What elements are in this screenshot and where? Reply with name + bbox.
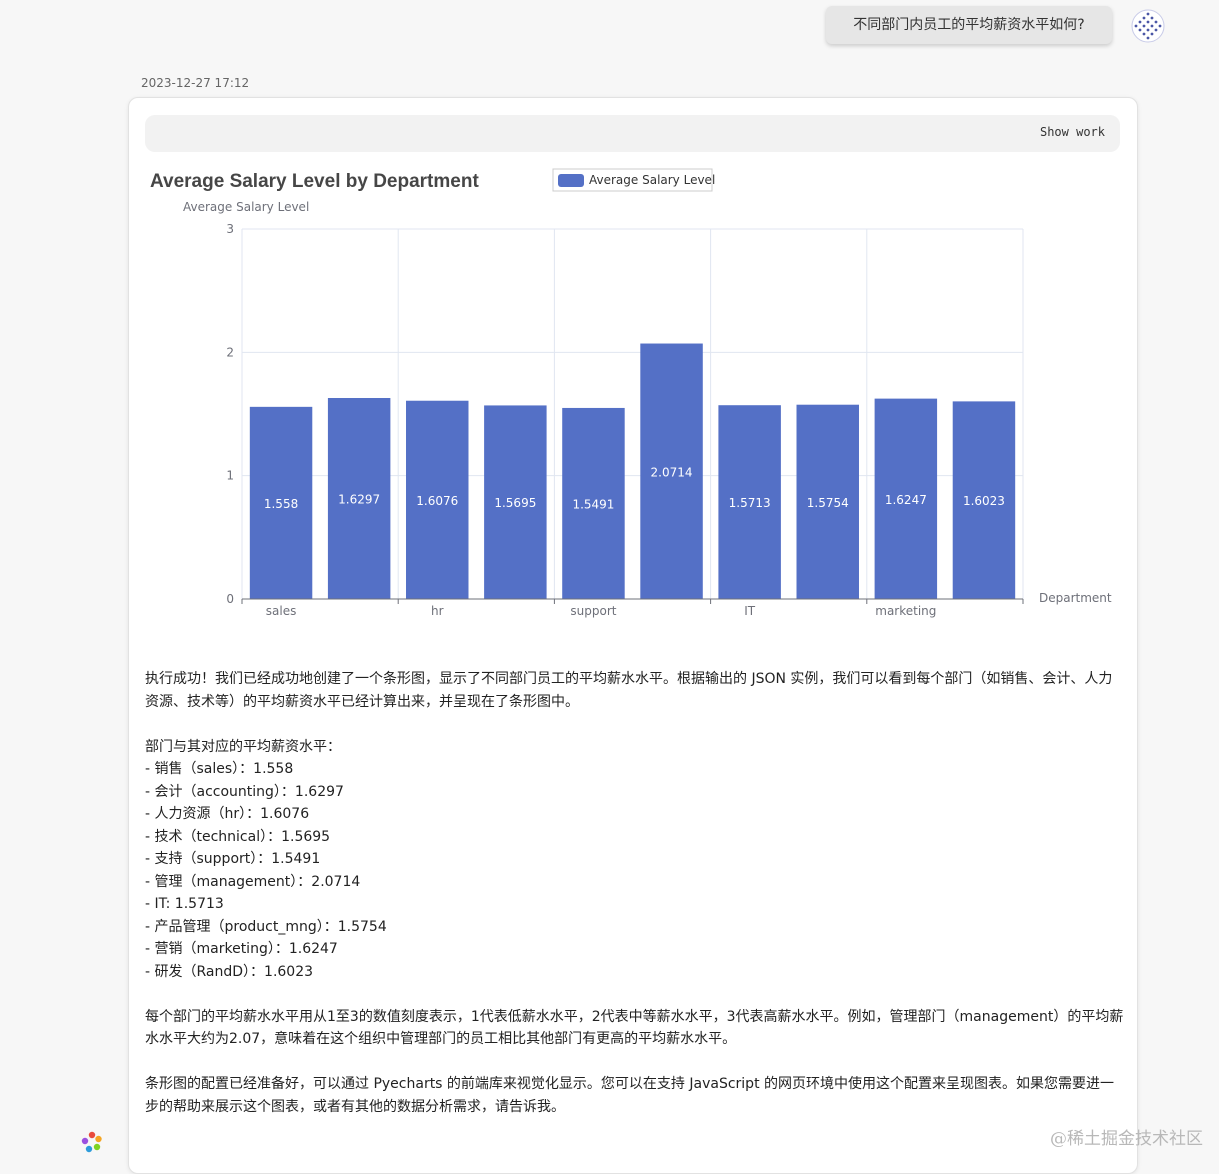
- answer-list-item: - IT: 1.5713: [145, 896, 224, 912]
- answer-list-item: - 产品管理（product_mng）：1.5754: [145, 918, 387, 935]
- answer-list-item: - 研发（RandD）：1.6023: [145, 963, 314, 980]
- answer-list-item: - 技术（technical）：1.5695: [145, 828, 331, 845]
- bar-value-label: 1.6023: [963, 494, 1005, 508]
- answer-list-item: - 营销（marketing）：1.6247: [145, 941, 338, 957]
- bar-value-label: 1.6076: [416, 494, 458, 508]
- chart-bars: 1.558 1.6297 1.6076 1.5695 1.5491 2.0714 1.571…: [249, 343, 1016, 599]
- answer-list-item: - 支持（support）：1.5491: [145, 851, 321, 867]
- assistant-answer-text: 执行成功！我们已经成功地创建了一个条形图，显示了不同部门员工的平均薪水水平。根据…: [145, 668, 1125, 1118]
- legend-label: Average Salary Level: [589, 173, 715, 187]
- user-avatar[interactable]: [1131, 9, 1165, 43]
- x-tick-label: IT: [744, 604, 756, 618]
- bar-chart-svg: Average Salary Level by Department Avera…: [150, 168, 1112, 618]
- chart-title: Average Salary Level by Department: [150, 171, 479, 192]
- legend-swatch: [558, 174, 584, 187]
- chart-legend[interactable]: Average Salary Level: [552, 168, 715, 192]
- x-axis-title: Department: [1039, 591, 1112, 605]
- bar-value-label: 2.0714: [651, 465, 693, 479]
- x-tick-label: support: [570, 604, 616, 618]
- answer-list-item: - 人力资源（hr）：1.6076: [145, 806, 310, 822]
- answer-paragraph-1: 执行成功！我们已经成功地创建了一个条形图，显示了不同部门员工的平均薪水水平。根据…: [145, 671, 1113, 710]
- answer-list-item: - 会计（accounting）：1.6297: [145, 783, 344, 800]
- show-work-label: Show work: [1039, 125, 1105, 139]
- bar-value-label: 1.5695: [494, 496, 536, 510]
- bar-value-label: 1.558: [264, 497, 298, 511]
- watermark-text: @稀土掘金技术社区: [1050, 1129, 1203, 1149]
- bar-value-label: 1.5713: [729, 496, 771, 510]
- bar-value-label: 1.6247: [885, 493, 927, 507]
- x-tick-label: sales: [266, 604, 297, 618]
- bar-chart: Average Salary Level by Department Avera…: [129, 160, 1137, 630]
- user-message-bubble: 不同部门内员工的平均薪资水平如何?: [826, 6, 1112, 44]
- y-tick-label: 1: [226, 469, 234, 483]
- bar-value-label: 1.5754: [807, 496, 849, 510]
- y-tick-label: 3: [226, 222, 234, 236]
- y-tick-label: 2: [226, 345, 234, 359]
- show-work-button[interactable]: Show work: [145, 115, 1120, 152]
- user-message-text: 不同部门内员工的平均薪资水平如何?: [853, 17, 1085, 33]
- answer-list-item: - 销售（sales）：1.558: [145, 761, 294, 777]
- answer-list-item: - 管理（management）：2.0714: [145, 873, 361, 890]
- app-logo-icon: [81, 1131, 102, 1153]
- x-tick-label: marketing: [875, 604, 936, 618]
- answer-paragraph-3: 条形图的配置已经准备好，可以通过 Pyecharts 的前端库来视觉化显示。您可…: [145, 1076, 1115, 1115]
- x-tick-label: hr: [431, 604, 444, 618]
- y-tick-label: 0: [226, 592, 234, 606]
- bar-value-label: 1.5491: [572, 497, 614, 511]
- message-timestamp: 2023-12-27 17:12: [141, 76, 250, 90]
- y-axis-title: Average Salary Level: [183, 200, 309, 214]
- answer-list-header: 部门与其对应的平均薪资水平：: [145, 738, 341, 755]
- assistant-response-card: Show work Average Salary Level by Depart…: [128, 97, 1138, 1174]
- bar-value-label: 1.6297: [338, 493, 380, 507]
- answer-paragraph-2: 每个部门的平均薪水水平用从1至3的数值刻度表示，1代表低薪水水平，2代表中等薪水…: [145, 1008, 1124, 1048]
